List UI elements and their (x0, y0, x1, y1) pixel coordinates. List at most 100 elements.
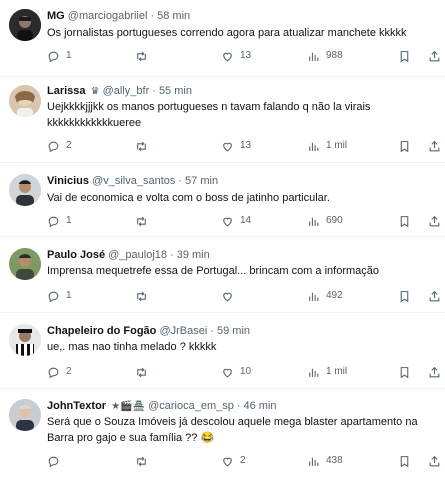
like-icon (223, 292, 232, 301)
tweet-text: ue,. mas nao tinha melado ? kkkkk (47, 341, 217, 353)
user-handle[interactable]: @marciogabriiel (68, 10, 148, 22)
views-button[interactable]: 690 (307, 213, 343, 229)
bookmark-button[interactable] (398, 453, 411, 469)
user-handle[interactable]: @v_silva_santos (92, 175, 175, 187)
user-name[interactable]: JohnTextor (47, 400, 106, 412)
views-button[interactable]: 1 mil (307, 138, 347, 154)
like-button[interactable]: 2 (221, 453, 246, 469)
user-name[interactable]: Paulo José (47, 249, 105, 261)
user-handle[interactable]: @JrBasei (159, 325, 207, 337)
user-handle[interactable]: @carioca_em_sp (148, 400, 234, 412)
bookmark-button[interactable] (398, 138, 411, 154)
views-count: 492 (326, 290, 343, 301)
timestamp[interactable]: 59 min (217, 325, 250, 337)
retweet-button[interactable] (135, 288, 154, 304)
bookmark-button[interactable] (398, 213, 411, 229)
tweet[interactable]: Larissa ♛ @ally_bfr · 55 min Uejkkkkjjjkk … (0, 77, 445, 163)
retweet-icon (137, 216, 146, 226)
views-count: 690 (326, 215, 343, 226)
views-button[interactable]: 1 mil (307, 364, 347, 380)
user-name[interactable]: Chapeleiro do Fogão (47, 325, 156, 337)
reply-button[interactable]: 1 (47, 288, 72, 304)
tweet-header: Larissa ♛ @ally_bfr · 55 min (47, 83, 437, 99)
views-count: 1 mil (326, 366, 348, 377)
views-button[interactable]: 988 (307, 48, 343, 64)
tweet-actions: 2 13 1 mil (47, 138, 440, 154)
timestamp[interactable]: 55 min (159, 85, 192, 97)
tweet[interactable]: Vinicius @v_silva_santos · 57 min Vai de e… (0, 163, 445, 237)
bookmark-icon (400, 366, 409, 378)
like-icon (223, 217, 232, 226)
retweet-button[interactable] (135, 364, 154, 380)
reply-button[interactable]: 2 (47, 138, 72, 154)
reply-button[interactable]: 1 (47, 48, 72, 64)
avatar[interactable] (9, 9, 41, 41)
timestamp[interactable]: 46 min (244, 400, 277, 412)
separator-dot: · (152, 85, 156, 97)
views-icon (309, 52, 319, 61)
like-count: 10 (240, 366, 252, 377)
tweet[interactable]: Chapeleiro do Fogão @JrBasei · 59 min ue,.… (0, 313, 445, 389)
avatar[interactable] (9, 85, 41, 117)
avatar[interactable] (9, 399, 41, 431)
share-button[interactable] (428, 48, 441, 64)
timestamp[interactable]: 58 min (157, 10, 190, 22)
tweet[interactable]: Paulo José @_pauloj18 · 39 min Imprensa me… (0, 237, 445, 313)
user-handle[interactable]: @_pauloj18 (108, 249, 167, 261)
like-button[interactable]: 10 (221, 364, 251, 380)
views-count: 438 (326, 455, 343, 466)
timestamp[interactable]: 57 min (185, 175, 218, 187)
share-icon (429, 366, 440, 377)
share-button[interactable] (428, 213, 441, 229)
views-icon (309, 368, 319, 377)
tweet[interactable]: MG @marciogabriiel · 58 min Os jornalistas… (0, 0, 445, 77)
share-button[interactable] (428, 288, 441, 304)
reply-count: 1 (66, 290, 72, 301)
tweet-actions: 2 10 1 mil (47, 364, 440, 380)
separator-dot: · (236, 400, 241, 412)
user-badge: ★🎬🏯 (111, 401, 146, 412)
retweet-button[interactable] (135, 138, 154, 154)
views-button[interactable]: 492 (307, 288, 343, 304)
avatar[interactable] (9, 174, 41, 206)
reply-button[interactable] (47, 453, 66, 469)
reply-button[interactable]: 1 (47, 213, 72, 229)
retweet-button[interactable] (135, 213, 154, 229)
like-button[interactable]: 14 (221, 213, 251, 229)
like-count: 14 (240, 215, 252, 226)
tweet[interactable]: JohnTextor ★🎬🏯 @carioca_em_sp · 46 min Ser… (0, 389, 445, 487)
views-icon (309, 457, 319, 466)
tweet-text: Os jornalistas portugueses correndo agor… (47, 27, 407, 39)
user-name[interactable]: Larissa (47, 85, 86, 97)
avatar[interactable] (9, 248, 41, 280)
like-button[interactable] (221, 288, 240, 304)
tweet-actions: 2 438 (47, 453, 440, 469)
retweet-button[interactable] (135, 48, 154, 64)
share-button[interactable] (428, 364, 441, 380)
share-button[interactable] (428, 453, 441, 469)
reply-icon (48, 141, 59, 152)
like-icon (223, 52, 232, 61)
user-name[interactable]: Vinicius (47, 175, 89, 187)
retweet-icon (137, 456, 146, 466)
retweet-button[interactable] (135, 453, 154, 469)
bookmark-button[interactable] (398, 288, 411, 304)
views-count: 988 (326, 50, 343, 61)
bookmark-button[interactable] (398, 364, 411, 380)
views-icon (309, 142, 319, 151)
tweet-header: MG @marciogabriiel · 58 min (47, 8, 437, 24)
tweet-text: Será que o Souza Imóveis já descolou aqu… (47, 416, 421, 444)
like-icon (223, 457, 232, 466)
bookmark-button[interactable] (398, 48, 411, 64)
views-button[interactable]: 438 (307, 453, 343, 469)
timestamp[interactable]: 39 min (177, 249, 210, 261)
user-handle[interactable]: @ally_bfr (103, 85, 150, 97)
like-button[interactable]: 13 (221, 48, 251, 64)
avatar[interactable] (9, 324, 41, 356)
user-name[interactable]: MG (47, 10, 65, 22)
bookmark-icon (400, 140, 409, 152)
separator-dot: · (150, 10, 155, 22)
share-button[interactable] (428, 138, 441, 154)
like-button[interactable]: 13 (221, 138, 251, 154)
reply-button[interactable]: 2 (47, 364, 72, 380)
